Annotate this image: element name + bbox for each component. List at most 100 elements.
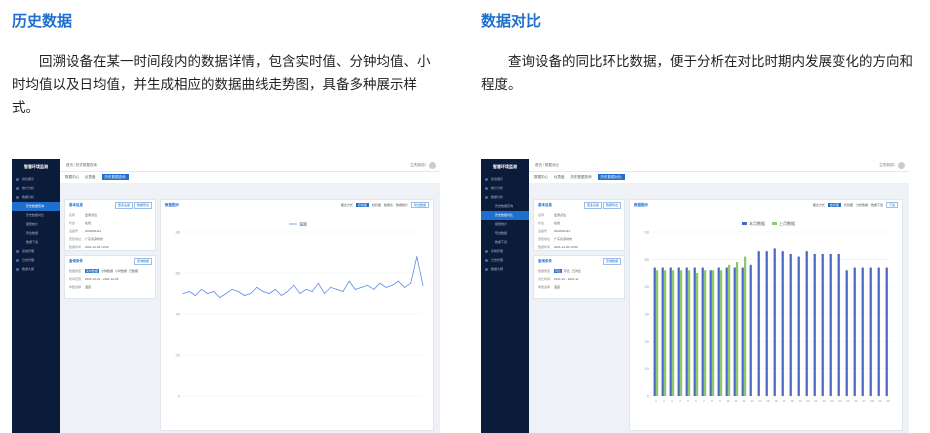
- user-name[interactable]: 立杰测试1: [410, 159, 426, 172]
- info-row: 数据时间 2021-12-06 10:00: [65, 243, 155, 251]
- sidebar-item[interactable]: 综合展示: [12, 175, 60, 184]
- time-from[interactable]: 2021-12: [554, 277, 565, 281]
- more-devices-button[interactable]: 更多设备: [583, 202, 602, 209]
- bar: [680, 270, 683, 396]
- query-button[interactable]: 查询数据: [602, 258, 621, 265]
- sidebar-item[interactable]: 数据大屏: [12, 265, 60, 274]
- chart-control[interactable]: 数据统计: [396, 203, 408, 207]
- data-type-options: 同比 环比 日对比: [554, 269, 583, 273]
- info-key: 状态: [538, 221, 545, 225]
- y-tick-label: 30: [645, 312, 650, 317]
- bar: [661, 267, 664, 396]
- sidebar-item[interactable]: 系统管理: [481, 247, 529, 256]
- time-to[interactable]: 2021-12-06: [103, 277, 118, 281]
- bar: [837, 253, 840, 396]
- tab[interactable]: 数据中心: [65, 175, 79, 179]
- time-from[interactable]: 2021-12-01: [85, 277, 100, 281]
- bar: [813, 253, 816, 396]
- sidebar-item[interactable]: 历史数据查询: [481, 202, 529, 211]
- sidebar-item[interactable]: 系统管理: [12, 247, 60, 256]
- data-point: [237, 290, 239, 292]
- sidebar-item[interactable]: 历史数据对比: [12, 211, 60, 220]
- tab[interactable]: 仪表盘: [85, 175, 96, 179]
- bar: [656, 270, 659, 396]
- avatar[interactable]: [429, 162, 436, 169]
- data-type-option[interactable]: 日数据: [129, 269, 138, 273]
- bar: [696, 273, 699, 396]
- chart-control[interactable]: 分析数据: [856, 203, 868, 207]
- sidebar-item[interactable]: 导出数据: [12, 229, 60, 238]
- info-key: 状态: [69, 221, 76, 225]
- data-point: [250, 293, 252, 294]
- data-point: [404, 286, 406, 288]
- x-tick-label: 6: [695, 399, 697, 403]
- info-row: 安装地址 广东省深圳市: [534, 235, 624, 243]
- query-button[interactable]: 查询数据: [133, 258, 152, 265]
- sidebar-item[interactable]: 历史数据对比: [481, 211, 529, 220]
- info-value: 2022091111: [85, 229, 102, 233]
- sidebar-item[interactable]: 数据分析: [481, 193, 529, 202]
- time-to[interactable]: 2021-11: [568, 277, 579, 281]
- factor-select[interactable]: 温度: [85, 285, 91, 289]
- chart-control[interactable]: 折线图: [844, 203, 853, 207]
- sidebar: 智慧环境监测 综合展示 统计分析 数据分析 历史数据查询 历史数据对比 报警统计 导出数据数…: [12, 159, 60, 433]
- tab[interactable]: 历史数据对比: [597, 174, 625, 180]
- series-line-temperature: [182, 256, 424, 299]
- sidebar-item[interactable]: 导出数据: [481, 229, 529, 238]
- x-tick-label: 22: [822, 399, 826, 403]
- chart-control[interactable]: 数据下载: [871, 203, 883, 207]
- data-type-option[interactable]: 日对比: [572, 269, 581, 273]
- sidebar-item[interactable]: 统计分析: [481, 184, 529, 193]
- export-button[interactable]: 数据导出: [602, 202, 621, 209]
- sidebar-item[interactable]: 综合展示: [481, 175, 529, 184]
- chart-control[interactable]: 折线图: [355, 203, 369, 207]
- y-tick-label: 60: [176, 271, 181, 276]
- data-point: [231, 288, 233, 290]
- info-row: 数据时间 2021-12-06 10:00: [534, 243, 624, 251]
- data-type-option[interactable]: 实时数据: [85, 269, 100, 273]
- sidebar-item[interactable]: 报警统计: [12, 220, 60, 229]
- legend-label: 上月数据: [779, 220, 795, 226]
- sidebar-item[interactable]: 报警统计: [481, 220, 529, 229]
- sidebar-item[interactable]: 日志管理: [481, 256, 529, 265]
- sidebar-item[interactable]: 历史数据查询: [12, 202, 60, 211]
- more-devices-button[interactable]: 更多设备: [114, 202, 133, 209]
- tab[interactable]: 历史数据查询: [101, 174, 129, 180]
- chart-control[interactable]: 柱状图: [372, 203, 381, 207]
- x-tick-label: 17: [782, 399, 786, 403]
- tab[interactable]: 数据中心: [534, 175, 548, 179]
- chart-control[interactable]: 数据表: [384, 203, 393, 207]
- chart-control[interactable]: 柱状图: [827, 203, 841, 207]
- bar: [829, 253, 832, 396]
- bar: [733, 267, 736, 396]
- export-button[interactable]: 数据导出: [133, 202, 152, 209]
- data-point: [213, 290, 215, 292]
- export-chart-button[interactable]: 下载: [885, 202, 898, 208]
- sidebar-item[interactable]: 数据下载: [12, 238, 60, 247]
- tab[interactable]: 历史数据查询: [571, 175, 592, 179]
- data-type-options: 实时数据 分钟数据 小时数据 日数据: [85, 269, 140, 273]
- bar: [861, 267, 864, 396]
- sidebar-item[interactable]: 数据分析: [12, 193, 60, 202]
- tab[interactable]: 仪表盘: [554, 175, 565, 179]
- data-type-option[interactable]: 同比: [554, 269, 563, 273]
- sidebar-item[interactable]: 数据大屏: [481, 265, 529, 274]
- x-tick-label: 2: [663, 399, 665, 403]
- sidebar-item[interactable]: 日志管理: [12, 256, 60, 265]
- data-type-option[interactable]: 分钟数据: [101, 269, 113, 273]
- app-title: 智慧环境监测: [24, 164, 48, 169]
- user-name[interactable]: 立杰测试1: [879, 159, 895, 172]
- factor-select[interactable]: 温度: [554, 285, 560, 289]
- data-type-option[interactable]: 环比: [564, 269, 570, 273]
- data-point: [330, 286, 332, 288]
- export-chart-button[interactable]: 导出数据: [410, 202, 429, 208]
- bar: [717, 267, 720, 396]
- bar: [664, 270, 667, 396]
- data-point: [188, 290, 190, 292]
- x-tick-label: 10: [726, 399, 730, 403]
- bar: [789, 253, 792, 396]
- data-type-option[interactable]: 小时数据: [115, 269, 127, 273]
- sidebar-item[interactable]: 数据下载: [481, 238, 529, 247]
- avatar[interactable]: [898, 162, 905, 169]
- sidebar-item[interactable]: 统计分析: [12, 184, 60, 193]
